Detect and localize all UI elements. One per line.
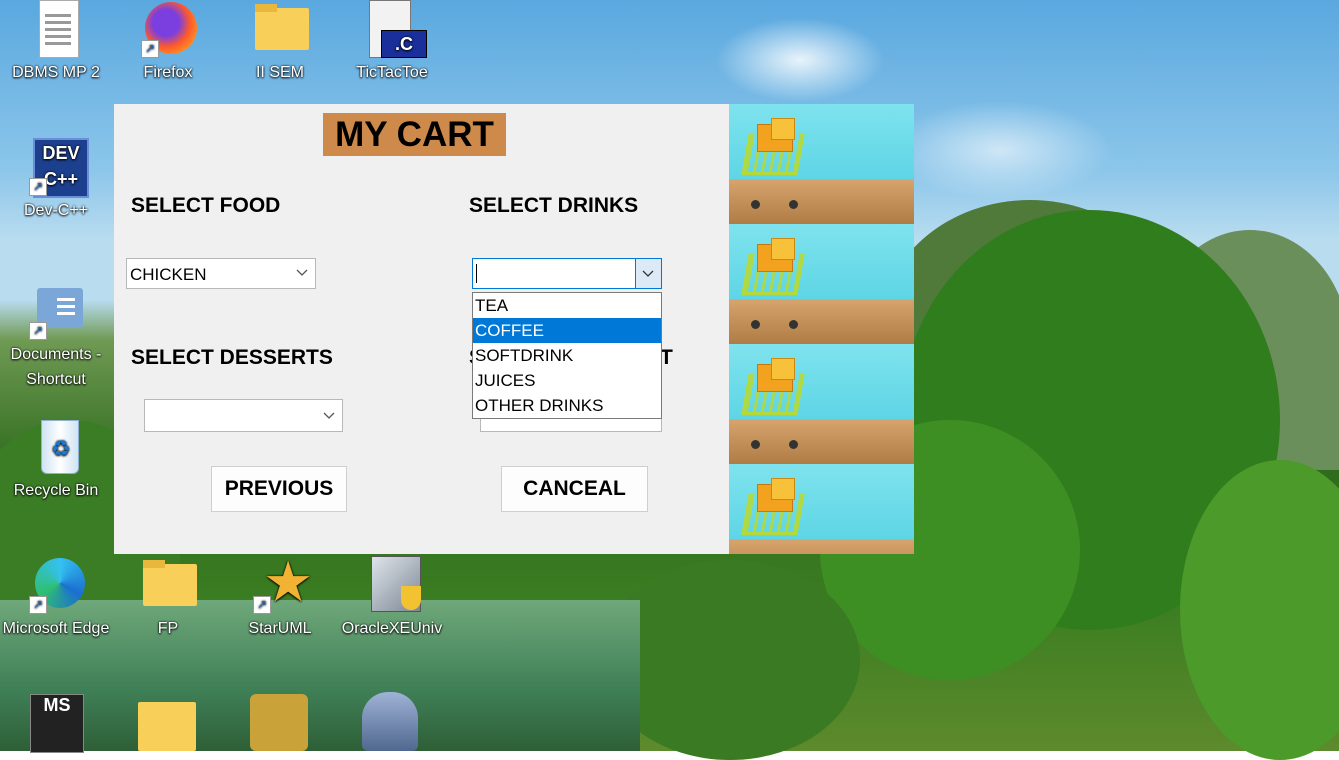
folder-icon (139, 556, 197, 614)
desktop-icon-label: DBMS MP 2 (12, 64, 100, 81)
desktop-icon-label: Dev-C++ (23, 202, 89, 219)
shortcut-arrow-icon: ↗ (141, 40, 159, 58)
previous-button[interactable]: PREVIOUS (211, 466, 347, 512)
drinks-dropdown-list: TEA COFFEE SOFTDRINK JUICES OTHER DRINKS (472, 292, 662, 419)
select-drinks-label: SELECT DRINKS (469, 194, 639, 217)
desktop-icon-label: Recycle Bin (13, 482, 99, 499)
select-desserts-label: SELECT DESSERTS (131, 346, 333, 369)
edge-icon: ↗ (27, 556, 85, 614)
desktop-icon-recycle-bin[interactable]: ♻ Recycle Bin (2, 418, 110, 503)
folder-icon (251, 0, 309, 58)
food-combobox-value: CHICKEN (130, 265, 207, 284)
text-caret (476, 264, 477, 283)
desserts-combobox[interactable] (144, 399, 343, 432)
desktop-icon-documents[interactable]: ↗ Documents - Shortcut (2, 282, 110, 392)
chevron-down-icon (642, 270, 654, 277)
cancel-button[interactable]: CANCEAL (501, 466, 648, 512)
desktop-icon-label: Microsoft Edge (2, 620, 110, 637)
cart-image-column (729, 104, 914, 554)
shortcut-arrow-icon: ↗ (253, 596, 271, 614)
desktop-icon-devcpp[interactable]: DEV C++ ↗ Dev-C++ (2, 138, 110, 223)
shortcut-arrow-icon: ↗ (29, 178, 47, 196)
desktop-icon-label: Documents - Shortcut (10, 346, 102, 388)
food-combobox[interactable]: CHICKEN (126, 258, 316, 289)
shopping-cart-image (729, 344, 914, 464)
firefox-icon: ↗ (139, 0, 197, 58)
staruml-icon: ★ ↗ (251, 552, 313, 614)
drinks-option[interactable]: JUICES (473, 368, 661, 393)
desktop-icon-label: StarUML (248, 620, 312, 637)
drinks-option[interactable]: OTHER DRINKS (473, 393, 661, 418)
drinks-dropdown-button[interactable] (635, 259, 661, 288)
database-icon[interactable] (362, 692, 418, 751)
desktop-icon-tictactoe[interactable]: .C TicTacToe (338, 0, 446, 85)
drinks-option[interactable]: TEA (473, 293, 661, 318)
select-food-label: SELECT FOOD (131, 194, 281, 217)
shopping-cart-image (729, 464, 914, 554)
desktop-icon-firefox[interactable]: ↗ Firefox (114, 0, 222, 85)
recycle-bin-icon: ♻ (27, 418, 85, 476)
desktop-icon-label: OracleXEUniv (341, 620, 443, 637)
documents-icon: ↗ (27, 282, 85, 340)
desktop-icon-label: II SEM (255, 64, 304, 81)
shortcut-arrow-icon: ↗ (29, 596, 47, 614)
drinks-option[interactable]: COFFEE (473, 318, 661, 343)
shopping-cart-image (729, 104, 914, 224)
ms-access-icon[interactable]: MS (30, 694, 84, 753)
desktop-icon-staruml[interactable]: ★ ↗ StarUML (226, 552, 334, 641)
chevron-down-icon (296, 269, 308, 276)
desktop-icon-label: FP (157, 620, 179, 637)
shortcut-arrow-icon: ↗ (29, 322, 47, 340)
shopping-cart-image (729, 224, 914, 344)
c-source-file-icon: .C (363, 0, 427, 58)
desktop-icon-label: Firefox (143, 64, 193, 81)
my-cart-window: MY CART SELECT FOOD SELECT DRINKS CHICKE… (114, 104, 729, 554)
desktop-icon-dbms[interactable]: DBMS MP 2 (2, 0, 110, 85)
desktop-icon-oraclexe[interactable]: OracleXEUniv (338, 556, 446, 641)
drinks-combobox[interactable] (472, 258, 662, 289)
desktop-icon-edge[interactable]: ↗ Microsoft Edge (2, 556, 110, 641)
oracle-installer-icon (363, 556, 421, 614)
drinks-option[interactable]: SOFTDRINK (473, 343, 661, 368)
app-shortcut-icon[interactable] (250, 694, 308, 751)
folder-icon[interactable] (138, 702, 196, 751)
chevron-down-icon (323, 412, 335, 419)
desktop-icon-fp[interactable]: FP (114, 556, 222, 641)
desktop-icon-label: TicTacToe (356, 64, 428, 81)
devcpp-icon: DEV C++ ↗ (27, 138, 89, 198)
page-title: MY CART (323, 113, 506, 156)
document-icon (27, 0, 85, 58)
desktop-icon-ii-sem[interactable]: II SEM (226, 0, 334, 85)
